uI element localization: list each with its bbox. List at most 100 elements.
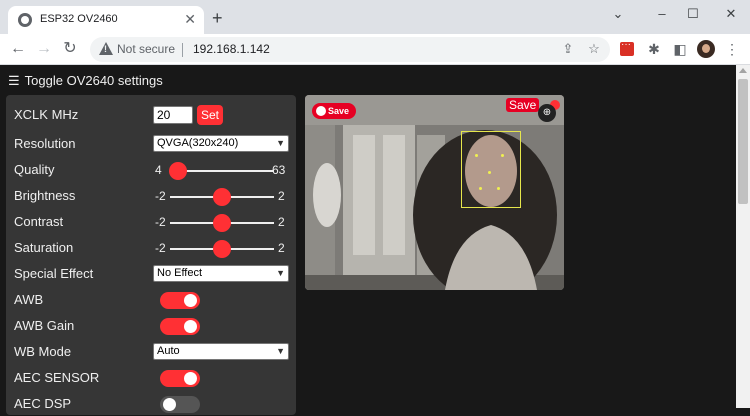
aec-sensor-toggle[interactable] [160, 370, 200, 387]
tab-title: ESP32 OV2460 [40, 13, 118, 25]
page-scrollbar[interactable] [736, 65, 750, 408]
contrast-slider-thumb[interactable] [213, 214, 231, 232]
contrast-max: 2 [278, 215, 285, 229]
back-button[interactable]: ← [8, 39, 28, 59]
saturation-max: 2 [278, 241, 285, 255]
address-bar[interactable]: Not secure 192.168.1.142 ⇪ ☆ [90, 37, 610, 62]
brightness-min: -2 [155, 189, 166, 203]
wb-mode-row: WB Mode Auto ▼ [14, 342, 294, 364]
special-effect-label: Special Effect [14, 266, 94, 281]
xclk-input[interactable]: 20 [153, 106, 193, 124]
aec-dsp-row: AEC DSP [14, 394, 294, 416]
face-landmark [501, 154, 504, 157]
quality-label: Quality [14, 162, 55, 177]
face-landmark [475, 154, 478, 157]
tab-close-icon[interactable]: ✕ [184, 10, 196, 28]
contrast-label: Contrast [14, 214, 64, 229]
globe-icon [18, 13, 32, 27]
pinterest-save-button[interactable]: Save [312, 103, 356, 119]
minimize-button[interactable]: – [647, 4, 677, 24]
chevron-down-icon: ▼ [276, 138, 285, 148]
extension-icon[interactable] [620, 39, 634, 56]
stream-image [305, 95, 564, 290]
sidebar-icon[interactable]: ◧ [671, 40, 689, 58]
aec-dsp-label: AEC DSP [14, 396, 72, 411]
brightness-max: 2 [278, 189, 285, 203]
special-effect-row: Special Effect No Effect ▼ [14, 264, 294, 286]
contrast-min: -2 [155, 215, 166, 229]
brightness-slider-thumb[interactable] [213, 188, 231, 206]
save-stream-button[interactable]: Save [506, 98, 540, 112]
special-effect-select[interactable]: No Effect ▼ [153, 265, 289, 282]
wb-mode-label: WB Mode [14, 344, 72, 359]
browser-toolbar: ← → ↻ Not secure 192.168.1.142 ⇪ ☆ ✱ ◧ ⋮ [0, 34, 750, 65]
hamburger-icon: ☰ [8, 73, 20, 88]
quality-slider-thumb[interactable] [169, 162, 188, 180]
quality-row: Quality 4 63 [14, 160, 294, 182]
new-tab-button[interactable]: + [212, 9, 223, 27]
awb-gain-label: AWB Gain [14, 318, 75, 333]
tab-strip: ESP32 OV2460 ✕ + ⌄ – ☐ ✕ [0, 0, 750, 34]
face-landmark [479, 187, 482, 190]
puzzle-icon[interactable]: ✱ [645, 40, 663, 58]
resolution-label: Resolution [14, 136, 76, 151]
url-text[interactable]: 192.168.1.142 [193, 42, 270, 56]
resolution-select[interactable]: QVGA(320x240) ▼ [153, 135, 289, 152]
close-window-button[interactable]: ✕ [716, 4, 746, 24]
xclk-row: XCLK MHz 20 Set [14, 105, 294, 127]
face-landmark [488, 171, 491, 174]
saturation-slider-thumb[interactable] [213, 240, 231, 258]
awb-gain-toggle[interactable] [160, 318, 200, 335]
brightness-row: Brightness -2 2 [14, 186, 294, 208]
camera-stream[interactable]: Save Save ⊕ [305, 95, 564, 290]
toggle-knob [184, 320, 197, 333]
settings-panel: XCLK MHz 20 Set Resolution QVGA(320x240)… [6, 95, 296, 415]
zoom-icon[interactable]: ⊕ [538, 104, 556, 122]
aec-dsp-toggle[interactable] [160, 396, 200, 413]
chevron-down-icon: ▼ [276, 346, 285, 356]
settings-toggle[interactable]: ☰ Toggle OV2640 settings [8, 73, 163, 89]
warning-icon [99, 42, 113, 55]
saturation-min: -2 [155, 241, 166, 255]
avatar[interactable] [697, 40, 715, 58]
divider [182, 43, 183, 57]
star-icon[interactable]: ☆ [586, 41, 602, 57]
chevron-down-icon: ▼ [276, 268, 285, 278]
toggle-knob [163, 398, 176, 411]
wb-mode-value: Auto [157, 345, 180, 357]
aec-sensor-label: AEC SENSOR [14, 370, 100, 385]
aec-sensor-row: AEC SENSOR [14, 368, 294, 390]
browser-tab[interactable]: ESP32 OV2460 ✕ [8, 6, 204, 34]
reload-button[interactable]: ↻ [60, 39, 80, 59]
chevron-down-icon[interactable]: ⌄ [603, 4, 633, 24]
saturation-row: Saturation -2 2 [14, 238, 294, 260]
forward-button[interactable]: → [34, 39, 54, 59]
contrast-row: Contrast -2 2 [14, 212, 294, 234]
security-label[interactable]: Not secure [117, 42, 175, 56]
awb-label: AWB [14, 292, 44, 307]
quality-min: 4 [155, 163, 162, 177]
resolution-row: Resolution QVGA(320x240) ▼ [14, 134, 294, 156]
awb-row: AWB [14, 290, 294, 312]
awb-gain-row: AWB Gain [14, 316, 294, 338]
scroll-up-icon[interactable] [739, 68, 747, 73]
wb-mode-select[interactable]: Auto ▼ [153, 343, 289, 360]
face-detection-box [461, 131, 521, 208]
quality-max: 63 [272, 163, 286, 177]
resolution-value: QVGA(320x240) [157, 137, 239, 149]
face-landmark [497, 187, 500, 190]
menu-icon[interactable]: ⋮ [723, 40, 741, 58]
maximize-button[interactable]: ☐ [678, 4, 708, 24]
awb-toggle[interactable] [160, 292, 200, 309]
special-effect-value: No Effect [157, 267, 203, 279]
brightness-label: Brightness [14, 188, 76, 203]
scrollbar-thumb[interactable] [738, 79, 748, 204]
xclk-label: XCLK MHz [14, 107, 79, 122]
share-icon[interactable]: ⇪ [560, 41, 576, 57]
toggle-knob [184, 372, 197, 385]
page-content: ☰ Toggle OV2640 settings XCLK MHz 20 Set … [0, 65, 736, 415]
saturation-label: Saturation [14, 240, 74, 255]
xclk-set-button[interactable]: Set [197, 105, 223, 125]
toggle-knob [184, 294, 197, 307]
settings-toggle-label: Toggle OV2640 settings [24, 73, 163, 88]
